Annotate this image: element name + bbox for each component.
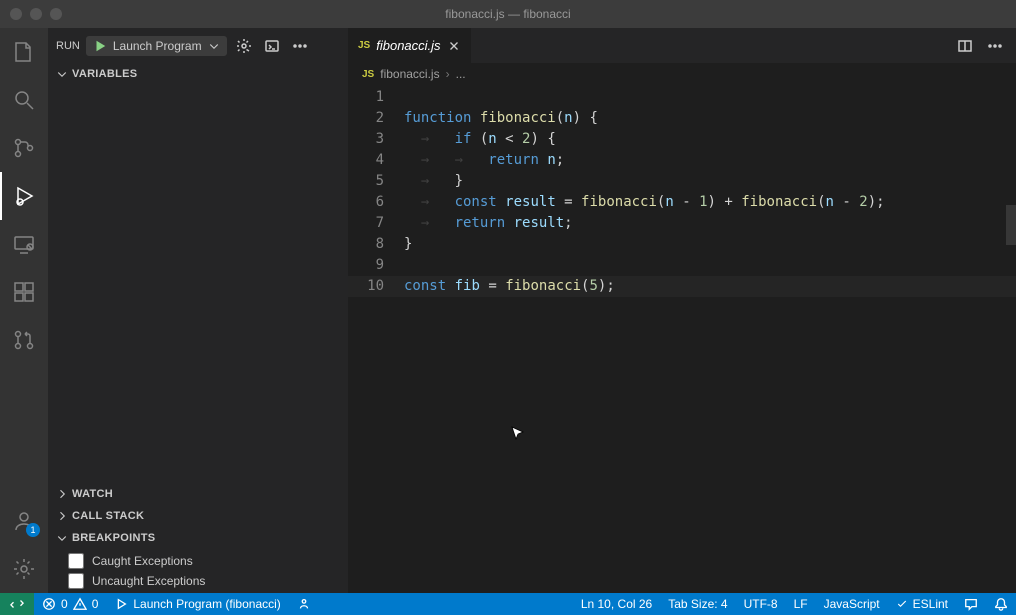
line-number: 1 bbox=[348, 87, 404, 108]
encoding[interactable]: UTF-8 bbox=[736, 593, 786, 615]
debug-settings-gear-icon[interactable] bbox=[233, 35, 255, 57]
code-line[interactable]: 4 → → return n; bbox=[348, 150, 1016, 171]
editor-more-icon[interactable] bbox=[984, 35, 1006, 57]
close-tab-icon[interactable] bbox=[447, 39, 461, 53]
line-number: 10 bbox=[348, 276, 404, 297]
chevron-down-icon bbox=[56, 68, 68, 80]
editor-tab[interactable]: JS fibonacci.js bbox=[348, 28, 472, 63]
line-number: 7 bbox=[348, 213, 404, 234]
eol[interactable]: LF bbox=[786, 593, 816, 615]
breakpoints-section: BREAKPOINTS Caught Exceptions Uncaught E… bbox=[48, 527, 348, 593]
tab-filename: fibonacci.js bbox=[376, 38, 440, 53]
tab-size[interactable]: Tab Size: 4 bbox=[660, 593, 735, 615]
debug-icon bbox=[114, 597, 128, 611]
caught-exceptions-checkbox[interactable] bbox=[68, 553, 84, 569]
eslint-status[interactable]: ESLint bbox=[888, 593, 956, 615]
status-bar: 0 0 Launch Program (fibonacci) Ln 10, Co… bbox=[0, 593, 1016, 615]
watch-header[interactable]: WATCH bbox=[48, 483, 348, 505]
tab-bar: JS fibonacci.js bbox=[348, 28, 1016, 63]
account-badge: 1 bbox=[26, 523, 40, 537]
check-icon bbox=[896, 598, 908, 610]
title-bar: fibonacci.js — fibonacci bbox=[0, 0, 1016, 28]
breadcrumb-file: fibonacci.js bbox=[380, 67, 439, 81]
line-number: 9 bbox=[348, 255, 404, 276]
line-number: 4 bbox=[348, 150, 404, 171]
line-number: 3 bbox=[348, 129, 404, 150]
code-line[interactable]: 6 → const result = fibonacci(n - 1) + fi… bbox=[348, 192, 1016, 213]
run-label: RUN bbox=[56, 40, 80, 52]
feedback-icon[interactable] bbox=[956, 593, 986, 615]
more-icon[interactable] bbox=[289, 35, 311, 57]
variables-header[interactable]: VARIABLES bbox=[48, 63, 348, 85]
code-line[interactable]: 2function fibonacci(n) { bbox=[348, 108, 1016, 129]
close-window-icon[interactable] bbox=[10, 8, 22, 20]
run-header: RUN Launch Program bbox=[48, 28, 348, 63]
activity-bar: 1 bbox=[0, 28, 48, 593]
search-icon[interactable] bbox=[0, 76, 48, 124]
problems-indicator[interactable]: 0 0 bbox=[34, 593, 106, 615]
code-line[interactable]: 10const fib = fibonacci(5); bbox=[348, 276, 1016, 297]
extensions-icon[interactable] bbox=[0, 268, 48, 316]
play-icon bbox=[93, 39, 107, 53]
line-number: 5 bbox=[348, 171, 404, 192]
js-file-icon: JS bbox=[358, 40, 370, 51]
code-line[interactable]: 9 bbox=[348, 255, 1016, 276]
launch-config-name: Launch Program bbox=[113, 39, 202, 53]
chevron-right-icon bbox=[56, 488, 68, 500]
github-pr-icon[interactable] bbox=[0, 316, 48, 364]
caught-exceptions-item[interactable]: Caught Exceptions bbox=[48, 551, 348, 571]
code-editor[interactable]: 12function fibonacci(n) {3 → if (n < 2) … bbox=[348, 85, 1016, 297]
live-share-icon[interactable] bbox=[289, 593, 319, 615]
remote-explorer-icon[interactable] bbox=[0, 220, 48, 268]
editor-area: JS fibonacci.js JS fibonacci.js › ... 12… bbox=[348, 28, 1016, 593]
split-editor-icon[interactable] bbox=[954, 35, 976, 57]
line-number: 6 bbox=[348, 192, 404, 213]
breadcrumb-separator-icon: › bbox=[446, 67, 450, 81]
code-line[interactable]: 8} bbox=[348, 234, 1016, 255]
settings-gear-icon[interactable] bbox=[0, 545, 48, 593]
code-line[interactable]: 5 → } bbox=[348, 171, 1016, 192]
watch-section: WATCH bbox=[48, 483, 348, 505]
chevron-down-icon bbox=[208, 40, 220, 52]
run-debug-icon[interactable] bbox=[0, 172, 48, 220]
breakpoints-header[interactable]: BREAKPOINTS bbox=[48, 527, 348, 549]
chevron-right-icon bbox=[56, 510, 68, 522]
maximize-window-icon[interactable] bbox=[50, 8, 62, 20]
remote-indicator[interactable] bbox=[0, 593, 34, 615]
launch-config-select[interactable]: Launch Program bbox=[86, 36, 227, 56]
error-icon bbox=[42, 597, 56, 611]
code-line[interactable]: 3 → if (n < 2) { bbox=[348, 129, 1016, 150]
language-mode[interactable]: JavaScript bbox=[816, 593, 888, 615]
breadcrumb[interactable]: JS fibonacci.js › ... bbox=[348, 63, 1016, 85]
warning-icon bbox=[73, 597, 87, 611]
uncaught-exceptions-item[interactable]: Uncaught Exceptions bbox=[48, 571, 348, 591]
chevron-down-icon bbox=[56, 532, 68, 544]
code-line[interactable]: 1 bbox=[348, 87, 1016, 108]
line-number: 8 bbox=[348, 234, 404, 255]
minimize-window-icon[interactable] bbox=[30, 8, 42, 20]
breadcrumb-more: ... bbox=[456, 67, 466, 81]
line-number: 2 bbox=[348, 108, 404, 129]
callstack-header[interactable]: CALL STACK bbox=[48, 505, 348, 527]
uncaught-exceptions-checkbox[interactable] bbox=[68, 573, 84, 589]
account-icon[interactable]: 1 bbox=[0, 497, 48, 545]
window-controls[interactable] bbox=[10, 8, 62, 20]
callstack-section: CALL STACK bbox=[48, 505, 348, 527]
js-file-icon: JS bbox=[362, 69, 374, 80]
code-line[interactable]: 7 → return result; bbox=[348, 213, 1016, 234]
window-title: fibonacci.js — fibonacci bbox=[445, 7, 570, 21]
cursor-position[interactable]: Ln 10, Col 26 bbox=[573, 593, 660, 615]
notifications-icon[interactable] bbox=[986, 593, 1016, 615]
variables-section: VARIABLES bbox=[48, 63, 348, 483]
minimap[interactable] bbox=[1006, 85, 1016, 285]
debug-console-icon[interactable] bbox=[261, 35, 283, 57]
run-sidebar: RUN Launch Program VARIABLES WATCH bbox=[48, 28, 348, 593]
explorer-icon[interactable] bbox=[0, 28, 48, 76]
source-control-icon[interactable] bbox=[0, 124, 48, 172]
minimap-slider[interactable] bbox=[1006, 205, 1016, 245]
debug-launch-status[interactable]: Launch Program (fibonacci) bbox=[106, 593, 288, 615]
